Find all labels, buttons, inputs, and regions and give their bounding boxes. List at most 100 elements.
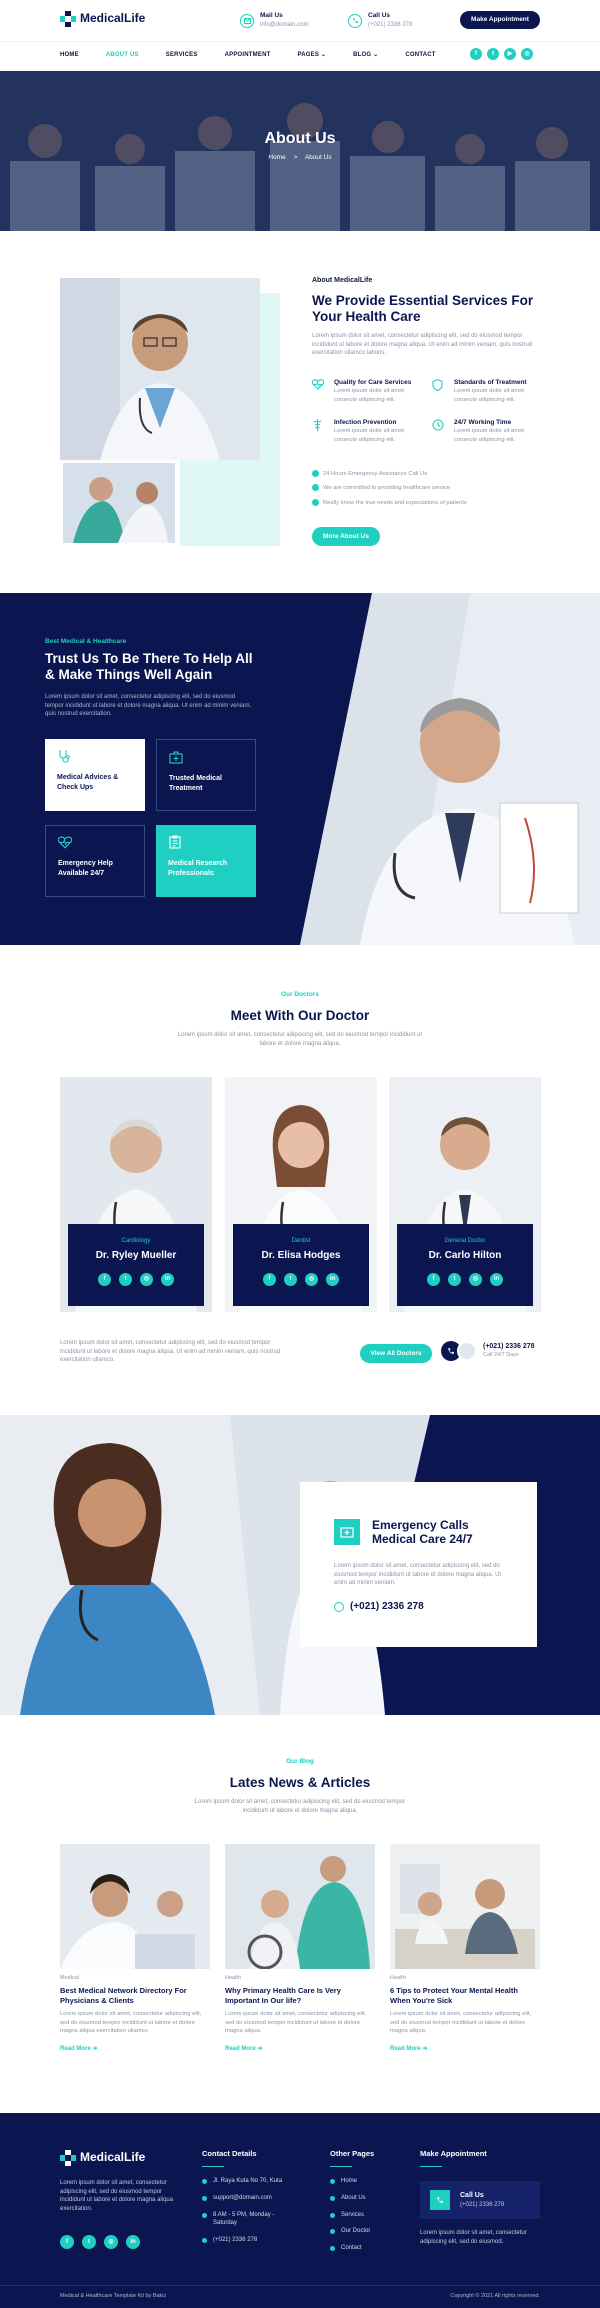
service-card[interactable]: Medical Advices & Check Ups	[45, 739, 145, 811]
twitter-icon[interactable]: t	[284, 1273, 297, 1287]
blog-card[interactable]: Health Why Primary Health Care Is Very I…	[225, 1844, 375, 2053]
emergency-section: Emergency Calls Medical Care 24/7 Lorem …	[0, 1415, 600, 1715]
nav-home[interactable]: HOME	[60, 51, 79, 60]
footer-contact-item[interactable]: (+021) 2336 278	[202, 2236, 292, 2245]
service-card[interactable]: Emergency Help Available 24/7	[45, 825, 145, 897]
doctors-text: Lorem ipsum dolor sit amet, consectetur …	[177, 1032, 423, 1047]
blog-post-title[interactable]: Why Primary Health Care Is Very Importan…	[225, 1986, 375, 2006]
blog-excerpt: Lorem ipsum dolor sit amet, consectetur …	[390, 2011, 532, 2034]
brand-logo[interactable]: MedicalLife	[60, 10, 145, 27]
footer-contact-item[interactable]: support@domain.com	[202, 2194, 292, 2203]
instagram-icon[interactable]: ◎	[469, 1273, 482, 1287]
facebook-icon[interactable]: f	[60, 2235, 74, 2249]
feature-item: Quality for Care Services Lorem ipsum dol…	[312, 378, 422, 404]
linkedin-icon[interactable]: in	[161, 1273, 174, 1287]
clock-icon	[432, 419, 444, 431]
footer-call-box[interactable]: Call Us (+021) 2336 278	[420, 2181, 540, 2220]
read-more-link[interactable]: Read More ➔	[225, 2045, 375, 2054]
about-title: We Provide Essential Services For Your H…	[312, 293, 534, 325]
footer-heading-underline	[330, 2165, 352, 2168]
nav-about-us[interactable]: ABOUT US	[106, 51, 139, 60]
doctor-info: Cardiology Dr. Ryley Mueller f t ◎ in	[68, 1224, 204, 1306]
nav-contact[interactable]: CONTACT	[405, 51, 435, 60]
doctor-card[interactable]: Dentist Dr. Elisa Hodges f t ◎ in	[225, 1077, 377, 1312]
feature-item: Infection Prevention Lorem ipsum dolor si…	[312, 418, 422, 444]
facebook-icon[interactable]: f	[263, 1273, 276, 1287]
service-label: Medical Advices & Check Ups	[57, 774, 119, 792]
check-icon	[312, 484, 319, 492]
heart-pulse-icon	[312, 379, 324, 390]
footer-brand-name: MedicalLife	[80, 2150, 146, 2164]
instagram-icon[interactable]: ◎	[104, 2235, 118, 2249]
nav-blog[interactable]: BLOG ⌄	[353, 51, 378, 60]
header-call[interactable]: Call Us (+021) 2336 278	[348, 11, 412, 31]
check-text: 24 Hours Emergency Assistance Call Us	[323, 471, 428, 478]
instagram-icon[interactable]: ◎	[521, 48, 533, 60]
mail-icon	[240, 13, 254, 28]
blog-card[interactable]: Health 6 Tips to Protect Your Mental Hea…	[390, 1844, 540, 2053]
trust-doctor-photo	[300, 593, 600, 945]
medical-kit-icon	[169, 750, 243, 764]
feature-text: Lorem ipsum dolor sit amet, consecte adi…	[454, 388, 526, 403]
feature-text: Lorem ipsum dolor sit amet, consecte adi…	[334, 428, 406, 443]
instagram-icon[interactable]: ◎	[140, 1273, 153, 1287]
doctors-bottom-text: Lorem ipsum dolor sit amet, consectetur …	[60, 1340, 281, 1364]
linkedin-icon[interactable]: in	[126, 2235, 140, 2249]
doctor-role: Cardiology	[121, 1238, 151, 1244]
linkedin-icon[interactable]: in	[326, 1273, 339, 1287]
service-card[interactable]: Trusted Medical Treatment	[156, 739, 256, 811]
blog-title: Lates News & Articles	[229, 1775, 371, 1790]
facebook-icon[interactable]: f	[98, 1273, 111, 1287]
nav-pages[interactable]: PAGES ⌄	[297, 51, 326, 60]
twitter-icon[interactable]: t	[82, 2235, 96, 2249]
make-appointment-button[interactable]: Make Appointment	[460, 11, 540, 29]
service-card[interactable]: Medical Research Professionals	[156, 825, 256, 897]
blog-post-title[interactable]: Best Medical Network Directory For Physi…	[60, 1986, 210, 2006]
linkedin-icon[interactable]: in	[490, 1273, 503, 1287]
footer-appt-text: Lorem ipsum dolor sit amet, consectetur …	[420, 2230, 527, 2246]
nav-appointment[interactable]: APPOINTMENT	[225, 51, 271, 60]
nav-services[interactable]: SERVICES	[166, 51, 198, 60]
doctor-card[interactable]: Cardiology Dr. Ryley Mueller f t ◎ in	[60, 1077, 212, 1312]
read-more-link[interactable]: Read More ➔	[390, 2045, 540, 2054]
facebook-icon[interactable]: f	[427, 1273, 440, 1287]
read-more-link[interactable]: Read More ➔	[60, 2045, 210, 2054]
footer-link[interactable]: Home	[330, 2177, 400, 2186]
doctors-phone-note: Call 24/7 Days	[483, 1352, 519, 1359]
facebook-icon[interactable]: f	[470, 48, 482, 60]
doctors-phone-number: (+021) 2336 278	[483, 1342, 535, 1350]
medical-caduceus-icon	[312, 419, 323, 431]
footer-call-number: (+021) 2336 278	[460, 2202, 505, 2209]
twitter-icon[interactable]: t	[448, 1273, 461, 1287]
more-about-us-button[interactable]: More About Us	[312, 527, 380, 546]
view-all-doctors-button[interactable]: View All Doctors	[360, 1344, 432, 1363]
blog-post-title[interactable]: 6 Tips to Protect Your Mental Health Whe…	[390, 1986, 540, 2006]
footer-appointment: Make Appointment Call Us (+021) 2336 278 …	[420, 2149, 540, 2247]
footer-contact-text: support@domain.com	[213, 2195, 272, 2202]
footer-link[interactable]: Our Doctor	[330, 2227, 400, 2236]
twitter-icon[interactable]: t	[487, 48, 499, 60]
footer-link[interactable]: About Us	[330, 2194, 400, 2203]
twitter-icon[interactable]: t	[119, 1273, 132, 1287]
doctors-phone[interactable]: (+021) 2336 278 Call 24/7 Days	[441, 1341, 535, 1361]
footer-link-label: About Us	[341, 2195, 366, 2202]
breadcrumb-home[interactable]: Home	[268, 154, 285, 161]
call-value: (+021) 2336 278	[368, 22, 413, 29]
blog-excerpt: Lorem ipsum dolor sit amet, consectetur …	[60, 2011, 202, 2034]
footer-link[interactable]: Services	[330, 2211, 400, 2220]
youtube-icon[interactable]: ▶	[504, 48, 516, 60]
instagram-icon[interactable]: ◎	[305, 1273, 318, 1287]
emergency-phone[interactable]: (+021) 2336 278	[334, 1600, 424, 1615]
emergency-card: Emergency Calls Medical Care 24/7 Lorem …	[300, 1482, 537, 1647]
footer-link[interactable]: Contact	[330, 2244, 400, 2253]
about-text: Lorem ipsum dolor sit amet, consectetur …	[312, 333, 533, 357]
footer-logo[interactable]: MedicalLife	[60, 2149, 145, 2166]
header-mail[interactable]: Mail Us info@domain.com	[240, 11, 308, 31]
doctor-card[interactable]: General Doctor Dr. Carlo Hilton f t ◎ in	[389, 1077, 541, 1312]
service-label: Trusted Medical Treatment	[169, 775, 222, 793]
blog-card[interactable]: Medical Best Medical Network Directory F…	[60, 1844, 210, 2053]
footer-copyright: Copyright © 2021 All rights reserved.	[450, 2293, 540, 2299]
about-features: Quality for Care Services Lorem ipsum dol…	[312, 378, 542, 458]
footer-heading-underline	[202, 2165, 224, 2168]
blog-image	[390, 1844, 540, 1969]
